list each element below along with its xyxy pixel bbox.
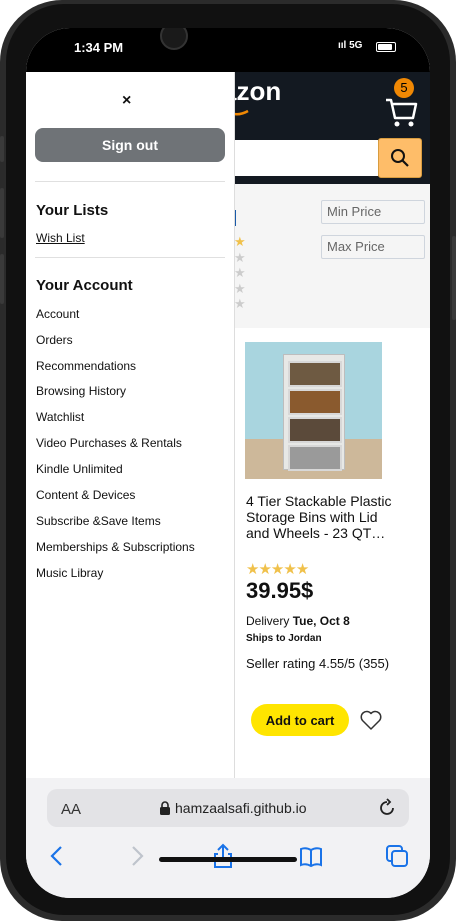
font-size-button[interactable]: AA xyxy=(61,801,81,818)
url-text[interactable]: hamzaalsafi.github.io xyxy=(175,800,307,816)
bookmarks-icon[interactable] xyxy=(298,843,324,869)
lock-icon xyxy=(160,801,170,815)
menu-item-music-library[interactable]: Music Libray xyxy=(36,566,103,580)
drawer-1 xyxy=(288,361,342,387)
seller-rating: Seller rating 4.55/5 (355) xyxy=(246,656,390,671)
share-icon[interactable] xyxy=(210,843,236,869)
heart-icon[interactable] xyxy=(359,708,383,732)
star-icon: ★ xyxy=(295,561,309,578)
star-empty-icon: ★ xyxy=(234,280,246,296)
product-delivery: Delivery Tue, Oct 8 xyxy=(246,614,350,628)
forward-icon[interactable] xyxy=(124,843,150,869)
drawer-2 xyxy=(288,389,342,415)
product-image[interactable] xyxy=(245,342,382,479)
phone-screen: 1:34 PM ııl 5G azon 5 Min Price Max Pric… xyxy=(26,28,430,898)
product-price: 39.95$ xyxy=(246,578,314,603)
divider xyxy=(35,181,225,182)
star-icon: ★ xyxy=(283,561,296,578)
divider xyxy=(35,257,225,258)
network-type: 5G xyxy=(349,40,363,51)
browser-toolbar: AA hamzaalsafi.github.io xyxy=(26,778,430,898)
sign-out-button[interactable]: Sign out xyxy=(35,128,225,162)
home-indicator xyxy=(159,857,297,862)
tabs-icon[interactable] xyxy=(384,843,410,869)
battery-icon xyxy=(376,42,396,52)
drawer-4 xyxy=(288,445,342,471)
storage-bin-illustration xyxy=(283,354,345,471)
star-filled-icon: ★ xyxy=(234,234,246,249)
signal-bars-icon: ııl xyxy=(338,40,347,51)
menu-item-recommendations[interactable]: Recommendations xyxy=(36,359,136,373)
close-icon[interactable]: × xyxy=(122,92,131,110)
star-icon: ★ xyxy=(270,561,284,578)
address-bar[interactable]: AA hamzaalsafi.github.io xyxy=(47,789,409,827)
side-menu: × Sign out Your Lists Wish List Your Acc… xyxy=(26,72,235,778)
delivery-label: Delivery xyxy=(246,614,293,628)
product-title[interactable]: 4 Tier Stackable Plastic Storage Bins wi… xyxy=(246,493,392,541)
search-input[interactable] xyxy=(216,140,378,176)
account-heading: Your Account xyxy=(36,277,133,294)
front-camera-icon xyxy=(160,28,188,50)
menu-item-video-purchases[interactable]: Video Purchases & Rentals xyxy=(36,436,182,450)
star-empty-icon: ★ xyxy=(234,265,246,280)
menu-item-watchlist[interactable]: Watchlist xyxy=(36,410,84,424)
filters-panel: Min Price Max Price ★ ★ ★ ★ ★ xyxy=(216,184,430,328)
back-icon[interactable] xyxy=(44,843,70,869)
max-price-input[interactable]: Max Price xyxy=(321,235,425,259)
min-price-input[interactable]: Min Price xyxy=(321,200,425,224)
menu-item-browsing-history[interactable]: Browsing History xyxy=(36,384,126,398)
phone-side-button xyxy=(0,136,4,162)
add-to-cart-button[interactable]: Add to cart xyxy=(251,704,349,736)
phone-power-button xyxy=(452,236,456,320)
search-icon xyxy=(391,149,409,167)
star-icon: ★ xyxy=(258,561,271,578)
status-bar: 1:34 PM ııl 5G xyxy=(26,28,430,72)
lists-heading: Your Lists xyxy=(36,202,109,219)
menu-item-kindle-unlimited[interactable]: Kindle Unlimited xyxy=(36,462,123,476)
ships-to: Ships to Jordan xyxy=(246,633,322,644)
phone-volume-up xyxy=(0,188,4,238)
star-icon: ★ xyxy=(246,561,259,578)
drawer-3 xyxy=(288,417,342,443)
star-empty-icon: ★ xyxy=(234,249,246,265)
status-time: 1:34 PM xyxy=(74,40,124,55)
product-rating-stars: ★★★★★ xyxy=(246,560,309,578)
menu-item-orders[interactable]: Orders xyxy=(36,333,73,347)
menu-item-content-devices[interactable]: Content & Devices xyxy=(36,488,135,502)
search-button[interactable] xyxy=(378,138,422,178)
reload-icon[interactable] xyxy=(377,798,397,818)
wish-list-link[interactable]: Wish List xyxy=(36,231,85,245)
phone-volume-down xyxy=(0,254,4,304)
cart-count-badge: 5 xyxy=(394,78,414,98)
star-empty-icon: ★ xyxy=(234,296,246,311)
menu-item-account[interactable]: Account xyxy=(36,307,79,321)
menu-item-memberships[interactable]: Memberships & Subscriptions xyxy=(36,540,195,554)
rating-filter[interactable]: ★ ★ ★ ★ ★ xyxy=(234,234,254,312)
product-card[interactable]: 4 Tier Stackable Plastic Storage Bins wi… xyxy=(239,338,395,754)
signal-icon: ııl 5G xyxy=(338,40,362,51)
menu-item-subscribe-save[interactable]: Subscribe &Save Items xyxy=(36,514,161,528)
delivery-date: Tue, Oct 8 xyxy=(292,614,350,628)
